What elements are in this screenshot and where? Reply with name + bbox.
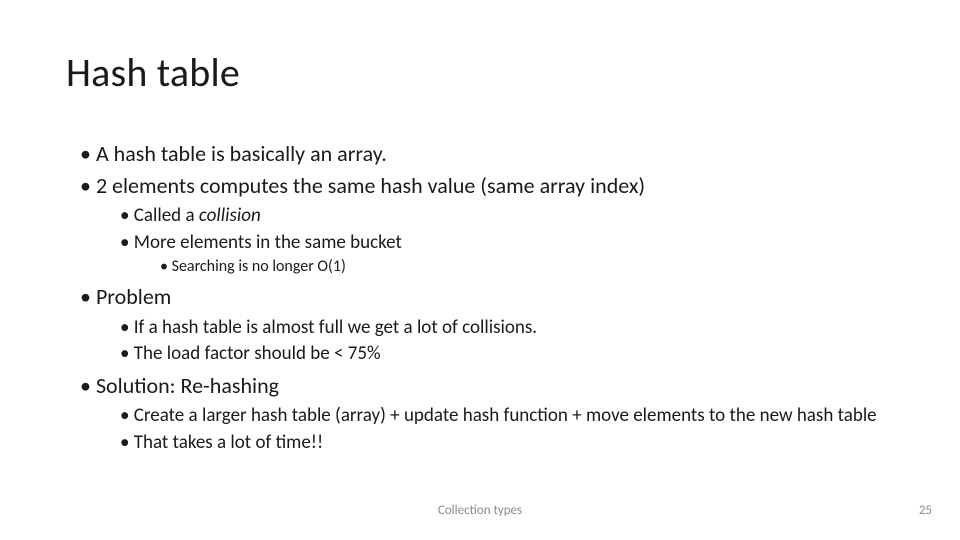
slide: Hash table A hash table is basically an … [0, 0, 960, 540]
bullet-lvl2: The load factor should be < 75% [120, 342, 900, 366]
bullet-glyph: • [120, 204, 134, 227]
bullet-lvl2: Create a larger hash table (array) + upd… [120, 404, 900, 428]
bullet-lvl2: • Called a collision [120, 204, 900, 228]
bullet-lvl1: Solution: Re-hashing [80, 372, 900, 400]
bullet-lvl3: Searching is no longer O(1) [160, 257, 900, 277]
slide-title: Hash table [66, 48, 240, 97]
bullet-lvl2: That takes a lot of time!! [120, 431, 900, 455]
bullet-lvl2: If a hash table is almost full we get a … [120, 316, 900, 340]
bullet-lvl1: Problem [80, 283, 900, 311]
text-italic: collision [199, 204, 261, 227]
bullet-lvl1: 2 elements computes the same hash value … [80, 172, 900, 200]
bullet-lvl2: More elements in the same bucket [120, 231, 900, 255]
slide-number: 25 [919, 503, 932, 518]
footer-center: Collection types [0, 503, 960, 518]
text: Called a [134, 204, 199, 227]
bullet-lvl1: A hash table is basically an array. [80, 140, 900, 168]
slide-body: A hash table is basically an array. 2 el… [80, 140, 900, 457]
